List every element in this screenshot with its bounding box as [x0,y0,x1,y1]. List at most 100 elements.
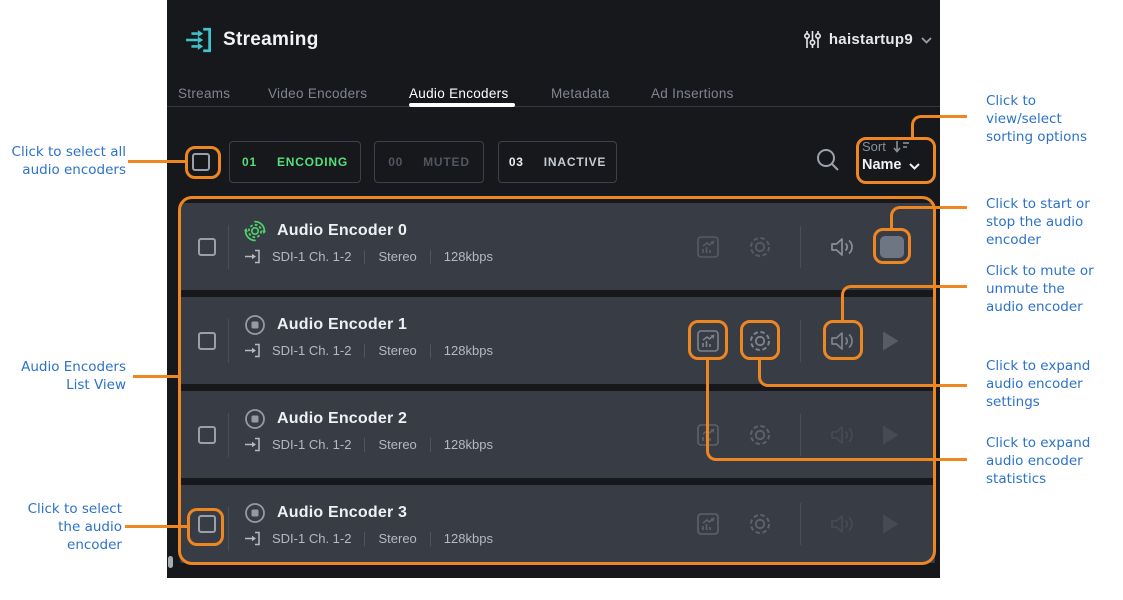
tab-metadata[interactable]: Metadata [551,86,610,101]
encoder-mode: Stereo [378,437,416,452]
divider [228,413,229,457]
input-source-icon [244,437,260,452]
filter-muted-button[interactable]: 00 MUTED [374,141,484,183]
encoder-bitrate: 128kbps [444,249,493,264]
start-button[interactable] [881,424,900,446]
row-checkbox[interactable] [198,515,216,533]
divider [430,532,431,546]
sort-control[interactable]: Sort Name [862,139,938,173]
settings-icon[interactable] [747,422,773,448]
divider [228,225,229,269]
input-source-icon [244,531,260,546]
page-title: Streaming [223,29,319,51]
chevron-down-icon [909,163,920,170]
active-tab-underline [409,103,515,107]
encoder-row[interactable]: Audio Encoder 0 SDI-1 Ch. 1-2 Ster [180,203,935,290]
row-checkbox[interactable] [198,238,216,256]
mute-icon[interactable] [830,424,856,446]
encoder-mode: Stereo [378,249,416,264]
annotation-note-statistics: Click to expand audio encoder statistics [986,434,1118,488]
divider [364,438,365,452]
divider [430,344,431,358]
encoder-source: SDI-1 Ch. 1-2 [272,249,351,264]
row-checkbox[interactable] [198,332,216,350]
divider [364,532,365,546]
encoder-mode: Stereo [378,531,416,546]
encoder-row[interactable]: Audio Encoder 3 SDI-1 Ch. 1-2 Ster [180,485,935,563]
input-source-icon [244,249,260,264]
statistics-icon[interactable] [696,235,720,259]
statistics-icon[interactable] [696,423,720,447]
chevron-down-icon [921,37,932,44]
inactive-label: INACTIVE [544,155,606,169]
mute-icon[interactable] [830,330,856,352]
divider [800,503,801,545]
mute-icon[interactable] [830,236,856,258]
stop-button[interactable] [880,236,904,258]
sort-order-icon [893,140,910,153]
account-menu[interactable]: haistartup9 [804,30,932,49]
statistics-icon[interactable] [696,512,720,536]
divider [364,344,365,358]
encoder-name: Audio Encoder 1 [277,316,407,334]
annotation-note-list-view: Audio Encoders List View [2,358,126,394]
encoder-name: Audio Encoder 0 [277,222,407,240]
stopped-status-icon [244,314,266,336]
streaming-app-panel: Streaming haistartup9 Streams Video Enco… [167,0,940,578]
search-icon[interactable] [815,147,841,173]
encoder-source: SDI-1 Ch. 1-2 [272,343,351,358]
filter-inactive-button[interactable]: 03 INACTIVE [498,141,617,183]
annotation-note-sort: Click to view/select sorting options [986,92,1118,146]
row-checkbox[interactable] [198,426,216,444]
sliders-icon [804,30,821,49]
muted-count: 00 [388,155,403,169]
encoder-name: Audio Encoder 3 [277,504,407,522]
statistics-icon[interactable] [696,329,720,353]
start-button[interactable] [881,513,900,535]
inactive-count: 03 [509,155,524,169]
annotation-note-mute: Click to mute or unmute the audio encode… [986,262,1118,316]
encoding-label: ENCODING [277,155,348,169]
annotation-note-select-one: Click to select the audio encoder [2,500,122,554]
audio-encoders-list: Audio Encoder 0 SDI-1 Ch. 1-2 Ster [180,203,935,563]
annotation-note-settings: Click to expand audio encoder settings [986,357,1118,411]
divider [800,414,801,456]
encoder-bitrate: 128kbps [444,343,493,358]
annotation-note-select-all: Click to select all audio encoders [2,143,126,179]
encoding-status-icon [244,220,266,242]
sort-value: Name [862,157,902,173]
encoder-row[interactable]: Audio Encoder 2 SDI-1 Ch. 1-2 Ster [180,391,935,478]
divider [228,507,229,551]
divider [228,319,229,363]
scrollbar-thumb[interactable] [168,556,173,568]
select-all-checkbox[interactable] [192,153,210,171]
encoder-bitrate: 128kbps [444,437,493,452]
filter-encoding-button[interactable]: 01 ENCODING [229,141,361,183]
annotated-screenshot: Streaming haistartup9 Streams Video Enco… [0,0,1123,600]
encoding-count: 01 [242,155,257,169]
divider [800,226,801,268]
muted-label: MUTED [423,155,470,169]
account-name: haistartup9 [829,31,913,48]
sort-label: Sort [862,139,886,154]
annotation-note-start-stop: Click to start or stop the audio encoder [986,195,1118,249]
encoder-name: Audio Encoder 2 [277,410,407,428]
encoder-mode: Stereo [378,343,416,358]
mute-icon[interactable] [830,513,856,535]
divider [364,250,365,264]
input-source-icon [244,343,260,358]
stopped-status-icon [244,408,266,430]
divider [167,106,940,107]
encoder-source: SDI-1 Ch. 1-2 [272,437,351,452]
settings-icon[interactable] [747,511,773,537]
start-button[interactable] [881,330,900,352]
streaming-icon [185,25,215,55]
tab-streams[interactable]: Streams [178,86,230,101]
tab-video-encoders[interactable]: Video Encoders [268,86,367,101]
divider [430,438,431,452]
settings-icon[interactable] [747,234,773,260]
tab-ad-insertions[interactable]: Ad Insertions [651,86,734,101]
encoder-row[interactable]: Audio Encoder 1 SDI-1 Ch. 1-2 Ster [180,297,935,384]
settings-icon[interactable] [747,328,773,354]
tab-audio-encoders[interactable]: Audio Encoders [409,86,509,101]
